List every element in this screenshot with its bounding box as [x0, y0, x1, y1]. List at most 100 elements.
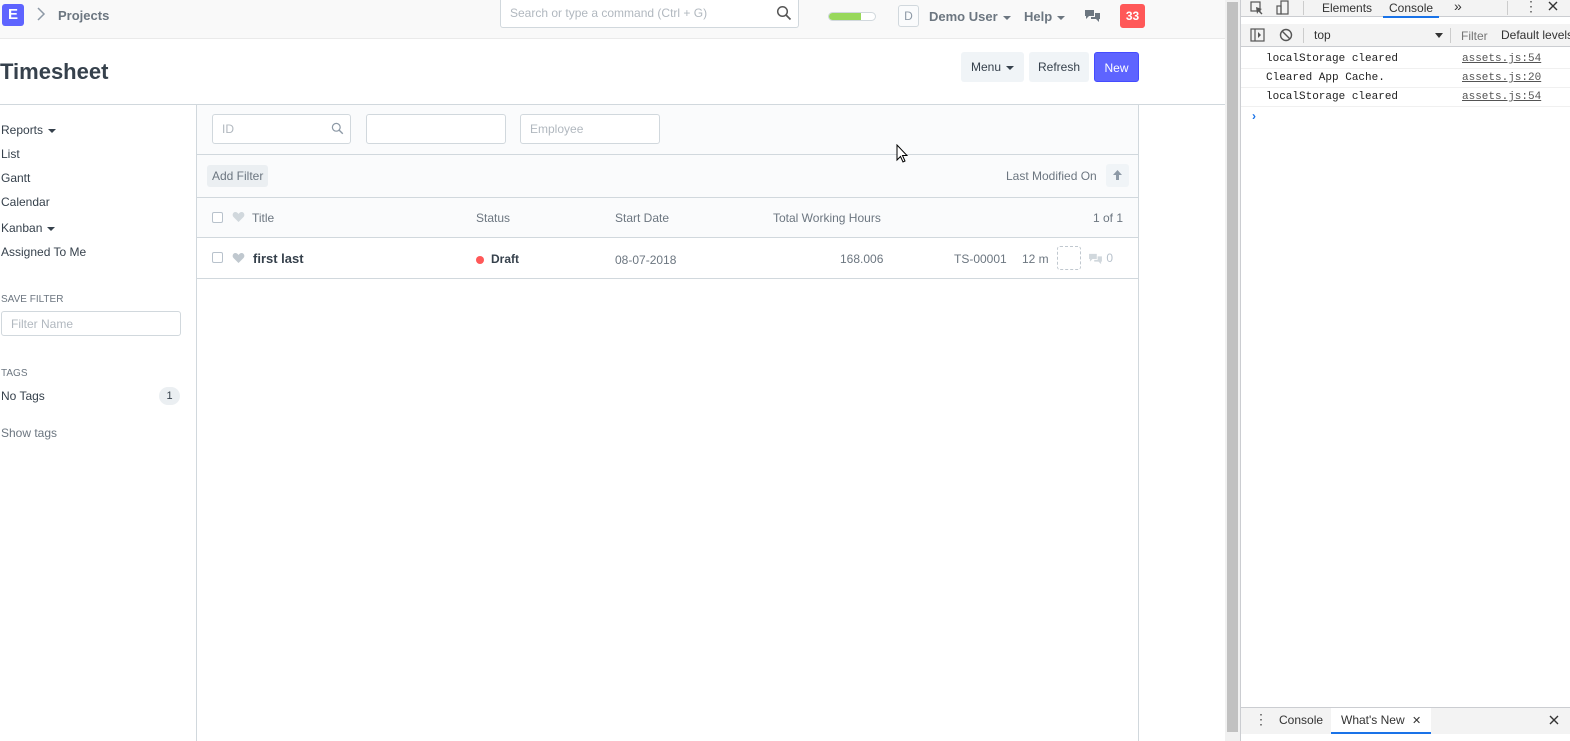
status-badge[interactable]: Draft [491, 252, 519, 266]
navbar: E Projects D Demo User Help 33 [0, 0, 1225, 39]
sidebar-item-calendar[interactable]: Calendar [1, 195, 50, 209]
employee-filter-input[interactable] [520, 114, 660, 144]
page-head: Timesheet Menu Refresh New [0, 39, 1225, 105]
chevron-right-icon [36, 5, 46, 26]
page-title: Timesheet [0, 59, 109, 84]
console-prompt-icon[interactable]: › [1252, 109, 1256, 123]
close-drawer-icon[interactable] [1548, 714, 1560, 729]
frappe-app: E Projects D Demo User Help 33 Timesheet [0, 0, 1225, 741]
table-row[interactable]: first last Draft 08-07-2018 168.006 TS-0… [197, 238, 1138, 279]
scrollbar-thumb[interactable] [1227, 2, 1238, 732]
notification-badge[interactable]: 33 [1120, 4, 1145, 28]
caret-down-icon [1435, 33, 1443, 38]
sidebar-item-no-tags[interactable]: No Tags [1, 389, 45, 403]
heart-icon[interactable] [232, 211, 245, 226]
tab-elements[interactable]: Elements [1322, 0, 1372, 16]
column-total-working-hours: Total Working Hours [773, 211, 881, 225]
row-total-hours: 168.006 [840, 252, 884, 266]
list-count: 1 of 1 [1093, 211, 1124, 225]
menu-label: Menu [970, 60, 1002, 74]
device-toolbar-icon[interactable] [1276, 0, 1290, 18]
log-levels-selector[interactable]: Default levels [1501, 28, 1570, 42]
comment-count[interactable]: 0 [1088, 251, 1113, 265]
kebab-menu-icon[interactable]: ⋮ [1524, 0, 1538, 13]
sidebar-item-assigned-to-me[interactable]: Assigned To Me [1, 245, 86, 259]
chat-icon[interactable] [1084, 9, 1101, 26]
search-input[interactable] [510, 0, 770, 26]
list-header: Title Status Start Date Total Working Ho… [197, 198, 1138, 238]
app-logo[interactable]: E [2, 4, 24, 26]
date-filter-input[interactable] [366, 114, 506, 144]
drawer-tab-whats-new[interactable]: What's New ✕ [1331, 708, 1432, 734]
caret-down-icon [1057, 15, 1066, 20]
toolbar-divider [1303, 28, 1304, 43]
toolbar-divider [1303, 1, 1304, 15]
console-message-source[interactable]: assets.js:20 [1462, 69, 1541, 88]
search-icon [331, 122, 344, 138]
filter-name-input[interactable] [1, 311, 181, 336]
page-scrollbar[interactable] [1225, 0, 1240, 741]
toolbar-divider [1507, 1, 1508, 15]
sidebar-toggle-icon[interactable] [1250, 28, 1265, 45]
show-tags-link[interactable]: Show tags [1, 426, 57, 440]
devtools-panel: Elements Console » ⋮ top Default levels … [1240, 0, 1570, 741]
filter-bar: Add Filter Last Modified On [197, 155, 1138, 198]
more-tabs-icon[interactable]: » [1454, 0, 1462, 14]
progress-fill [829, 13, 862, 20]
console-message-text: localStorage cleared [1266, 53, 1399, 65]
console-message: Cleared App Cache. assets.js:20 [1241, 69, 1570, 88]
console-message-source[interactable]: assets.js:54 [1462, 88, 1541, 107]
assign-avatar-placeholder[interactable] [1057, 246, 1081, 270]
comment-icon [1089, 253, 1102, 264]
caret-down-icon [1002, 15, 1011, 20]
row-checkbox[interactable] [212, 252, 223, 263]
status-indicator-dot [476, 256, 484, 264]
console-message-text: localStorage cleared [1266, 91, 1399, 103]
row-title[interactable]: first last [253, 251, 304, 266]
help-label: Help [1024, 9, 1053, 24]
save-filter-label: SAVE FILTER [1, 294, 64, 305]
mouse-cursor-icon [896, 143, 909, 167]
sidebar-item-gantt[interactable]: Gantt [1, 171, 30, 185]
close-icon[interactable] [1547, 0, 1559, 15]
comment-count-value: 0 [1106, 251, 1114, 265]
tags-label: TAGS [1, 368, 28, 379]
tag-count-badge: 1 [159, 387, 180, 405]
search-icon[interactable] [776, 5, 792, 24]
sync-progress-bar [828, 12, 876, 21]
sidebar-item-reports[interactable]: Reports [1, 123, 57, 137]
awesome-bar [500, 0, 799, 28]
arrow-up-icon [1113, 170, 1122, 180]
row-name: TS-00001 [954, 252, 1007, 266]
inspect-element-icon[interactable] [1250, 1, 1264, 18]
sidebar-item-kanban[interactable]: Kanban [1, 221, 56, 235]
tab-console[interactable]: Console [1383, 0, 1440, 18]
sort-order-button[interactable] [1106, 164, 1129, 187]
select-all-checkbox[interactable] [212, 212, 223, 223]
row-start-date: 08-07-2018 [615, 253, 677, 267]
context-selector[interactable]: top [1314, 28, 1331, 42]
kebab-menu-icon[interactable]: ⋮ [1254, 711, 1268, 727]
column-title: Title [252, 211, 275, 225]
console-filter-input[interactable] [1455, 27, 1499, 44]
console-message-source[interactable]: assets.js:54 [1462, 50, 1541, 69]
sort-selector[interactable]: Last Modified On [1006, 169, 1097, 183]
new-button[interactable]: New [1094, 52, 1139, 82]
close-icon[interactable]: ✕ [1412, 715, 1421, 727]
user-avatar[interactable]: D [898, 5, 919, 27]
refresh-button[interactable]: Refresh [1029, 52, 1089, 82]
heart-icon[interactable] [232, 252, 245, 267]
column-status: Status [476, 211, 511, 225]
breadcrumb-projects[interactable]: Projects [58, 8, 109, 23]
add-filter-button[interactable]: Add Filter [207, 165, 269, 187]
clear-console-icon[interactable] [1279, 28, 1293, 45]
drawer-tab-console[interactable]: Console [1279, 713, 1323, 727]
column-start-date: Start Date [615, 211, 670, 225]
sidebar-item-list[interactable]: List [1, 147, 20, 161]
help-menu[interactable]: Help [1024, 9, 1066, 24]
menu-button[interactable]: Menu [961, 52, 1024, 82]
console-message: localStorage cleared assets.js:54 [1241, 50, 1570, 69]
devtools-drawer: ⋮ Console What's New ✕ [1241, 707, 1570, 734]
list-frame: Add Filter Last Modified On Title Status… [196, 105, 1139, 741]
user-menu[interactable]: Demo User [929, 9, 1011, 24]
